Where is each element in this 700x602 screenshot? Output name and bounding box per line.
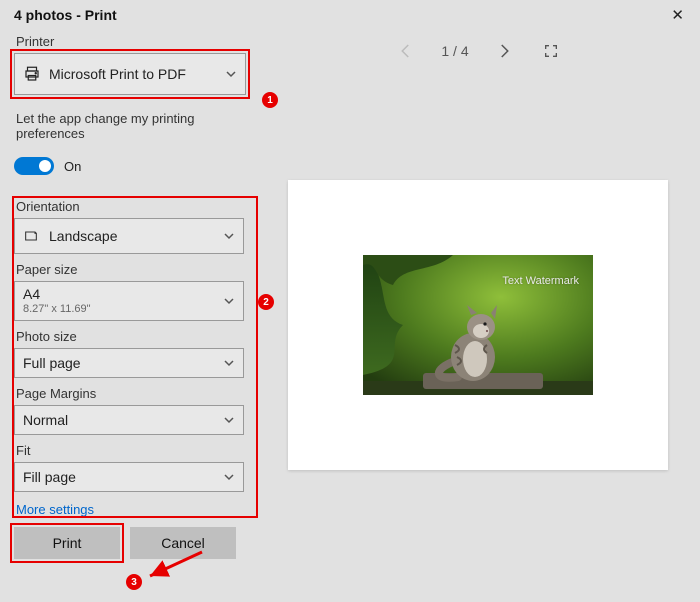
watermark-text: Text Watermark <box>502 275 579 287</box>
fit-value: Fill page <box>23 469 76 485</box>
chevron-down-icon <box>223 295 235 307</box>
next-page-icon[interactable] <box>491 38 517 64</box>
chevron-down-icon <box>223 414 235 426</box>
printer-icon <box>23 65 41 83</box>
print-dialog-window: 4 photos - Print ✕ Printer Microsoft Pri… <box>0 0 700 602</box>
fullscreen-icon[interactable] <box>539 39 563 63</box>
more-settings-link[interactable]: More settings <box>16 502 252 517</box>
fit-label: Fit <box>16 443 252 458</box>
cancel-button[interactable]: Cancel <box>130 527 236 559</box>
chevron-down-icon <box>223 230 235 242</box>
pref-toggle[interactable] <box>14 157 54 175</box>
chevron-down-icon <box>223 471 235 483</box>
chevron-down-icon <box>223 357 235 369</box>
printer-label: Printer <box>16 34 252 49</box>
printer-dropdown[interactable]: Microsoft Print to PDF <box>14 53 246 95</box>
chevron-down-icon <box>225 68 237 80</box>
paper-size-value: A4 <box>23 286 91 303</box>
orientation-value: Landscape <box>49 228 118 244</box>
photo-size-label: Photo size <box>16 329 252 344</box>
page-sheet: Text Watermark <box>288 180 668 470</box>
paper-size-dropdown[interactable]: A4 8.27" x 11.69" <box>14 281 244 321</box>
margins-value: Normal <box>23 412 68 428</box>
page-position: 1 / 4 <box>441 43 468 59</box>
margins-dropdown[interactable]: Normal <box>14 405 244 435</box>
margins-label: Page Margins <box>16 386 252 401</box>
pref-state: On <box>64 159 81 174</box>
photo-preview: Text Watermark <box>363 255 593 395</box>
print-button[interactable]: Print <box>14 527 120 559</box>
photo-size-dropdown[interactable]: Full page <box>14 348 244 378</box>
annotation-badge-2: 2 <box>258 294 274 310</box>
annotation-badge-1: 1 <box>262 92 278 108</box>
window-title: 4 photos - Print <box>14 7 117 23</box>
preview-panel: 1 / 4 <box>268 26 688 588</box>
paper-size-label: Paper size <box>16 262 252 277</box>
paper-size-sub: 8.27" x 11.69" <box>23 303 91 316</box>
printer-value: Microsoft Print to PDF <box>49 66 186 82</box>
fit-dropdown[interactable]: Fill page <box>14 462 244 492</box>
page-preview-area: Text Watermark <box>268 72 688 588</box>
orientation-label: Orientation <box>16 199 252 214</box>
titlebar: 4 photos - Print ✕ <box>0 0 700 26</box>
close-icon[interactable]: ✕ <box>667 6 688 24</box>
pref-text: Let the app change my printing preferenc… <box>16 111 252 141</box>
annotation-badge-3: 3 <box>126 574 142 590</box>
orientation-dropdown[interactable]: Landscape <box>14 218 244 254</box>
photo-size-value: Full page <box>23 355 81 371</box>
prev-page-icon[interactable] <box>393 38 419 64</box>
page-landscape-icon <box>23 228 41 244</box>
pager: 1 / 4 <box>268 30 688 72</box>
settings-panel: Printer Microsoft Print to PDF 1 Let the… <box>14 26 252 588</box>
